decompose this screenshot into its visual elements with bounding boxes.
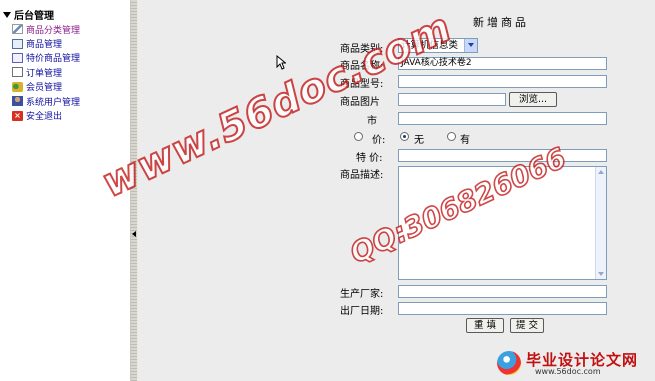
nav-item-label[interactable]: 系统用户管理 (26, 95, 80, 108)
special-flag-label: 价: (372, 135, 386, 146)
exit-icon: × (12, 110, 23, 121)
nav-item-system-user-management[interactable]: 系统用户管理 (12, 94, 80, 108)
production-date-input[interactable] (398, 302, 607, 315)
collapse-arrow-icon[interactable] (132, 231, 136, 237)
image-path-input[interactable] (398, 93, 506, 106)
reset-button[interactable]: 重 填 (466, 318, 504, 333)
browse-button[interactable]: 浏览... (509, 92, 557, 107)
nav-item-label[interactable]: 安全退出 (26, 109, 62, 122)
description-label: 商品描述: (340, 170, 384, 181)
production-date-label: 出厂日期: (340, 306, 384, 317)
special-radio-yes[interactable] (447, 132, 456, 141)
nav-item-product-management[interactable]: 商品管理 (12, 36, 80, 50)
site-logo: 毕业设计论文网 www.56doc.com (495, 349, 653, 379)
special-product-icon (12, 52, 23, 63)
product-list-icon (12, 38, 23, 49)
nav-item-label[interactable]: 商品分类管理 (26, 23, 80, 36)
nav-item-category-management[interactable]: 商品分类管理 (12, 22, 80, 36)
nav-item-label[interactable]: 订单管理 (26, 66, 62, 79)
nav-item-label[interactable]: 会员管理 (26, 80, 62, 93)
nav-item-logout[interactable]: × 安全退出 (12, 108, 80, 122)
submit-button[interactable]: 提 交 (510, 318, 544, 333)
nav-menu: 商品分类管理 商品管理 特价商品管理 订单管理 会员管理 系统用户管理 × 安全… (12, 22, 80, 123)
manufacturer-label: 生产厂家: (340, 289, 384, 300)
nav-title-label: 后台管理 (14, 11, 54, 22)
member-icon (12, 81, 23, 92)
system-user-icon (12, 96, 23, 107)
page-title: 新增商品 (473, 16, 529, 29)
logo-globe-icon (497, 351, 521, 375)
nav-item-label[interactable]: 商品管理 (26, 37, 62, 50)
market-price-label: 市 (367, 116, 377, 127)
nav-title[interactable]: 后台管理 (3, 7, 54, 22)
chevron-down-icon[interactable] (464, 39, 477, 52)
nav-item-label[interactable]: 特价商品管理 (26, 51, 80, 64)
special-radio-yes-label: 有 (460, 135, 470, 146)
special-radio-hidden-part (354, 132, 363, 141)
logo-url: www.56doc.com (535, 367, 601, 376)
mouse-cursor-icon (276, 55, 286, 70)
manufacturer-input[interactable] (398, 285, 607, 298)
special-price-label: 特 价: (356, 153, 383, 164)
special-radio-none-label: 无 (414, 135, 424, 146)
market-price-input[interactable] (398, 112, 607, 125)
textarea-scrollbar[interactable] (595, 167, 606, 279)
model-input[interactable] (398, 75, 607, 88)
nav-item-order-management[interactable]: 订单管理 (12, 65, 80, 79)
nav-item-member-management[interactable]: 会员管理 (12, 80, 80, 94)
order-document-icon (12, 67, 23, 78)
expand-triangle-icon[interactable] (3, 11, 11, 18)
edit-icon (12, 24, 23, 35)
nav-item-special-product-management[interactable]: 特价商品管理 (12, 51, 80, 65)
special-radio-none[interactable] (400, 132, 409, 141)
special-price-input[interactable] (398, 149, 607, 162)
